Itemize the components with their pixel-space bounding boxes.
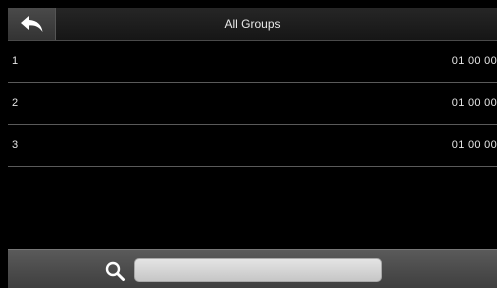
group-id: 3 <box>12 139 19 151</box>
group-id: 2 <box>12 97 19 109</box>
list-item[interactable]: 3 01 00 00 <box>8 125 497 167</box>
search-input[interactable] <box>134 258 382 282</box>
back-button[interactable] <box>8 8 56 40</box>
group-time: 01 00 00 <box>451 97 497 109</box>
group-time: 01 00 00 <box>451 55 497 67</box>
group-time: 01 00 00 <box>451 139 497 151</box>
header-bar: All Groups <box>8 8 497 41</box>
group-id: 1 <box>12 55 19 67</box>
search-bar <box>8 249 497 288</box>
list-item[interactable]: 2 01 00 00 <box>8 83 497 125</box>
list-item[interactable]: 1 01 00 00 <box>8 41 497 83</box>
page-title: All Groups <box>224 17 281 31</box>
screen: All Groups 1 01 00 00 2 01 00 00 3 01 00… <box>0 0 497 288</box>
back-arrow-icon <box>20 16 42 32</box>
group-list: 1 01 00 00 2 01 00 00 3 01 00 00 <box>8 41 497 249</box>
search-icon[interactable] <box>104 260 126 282</box>
